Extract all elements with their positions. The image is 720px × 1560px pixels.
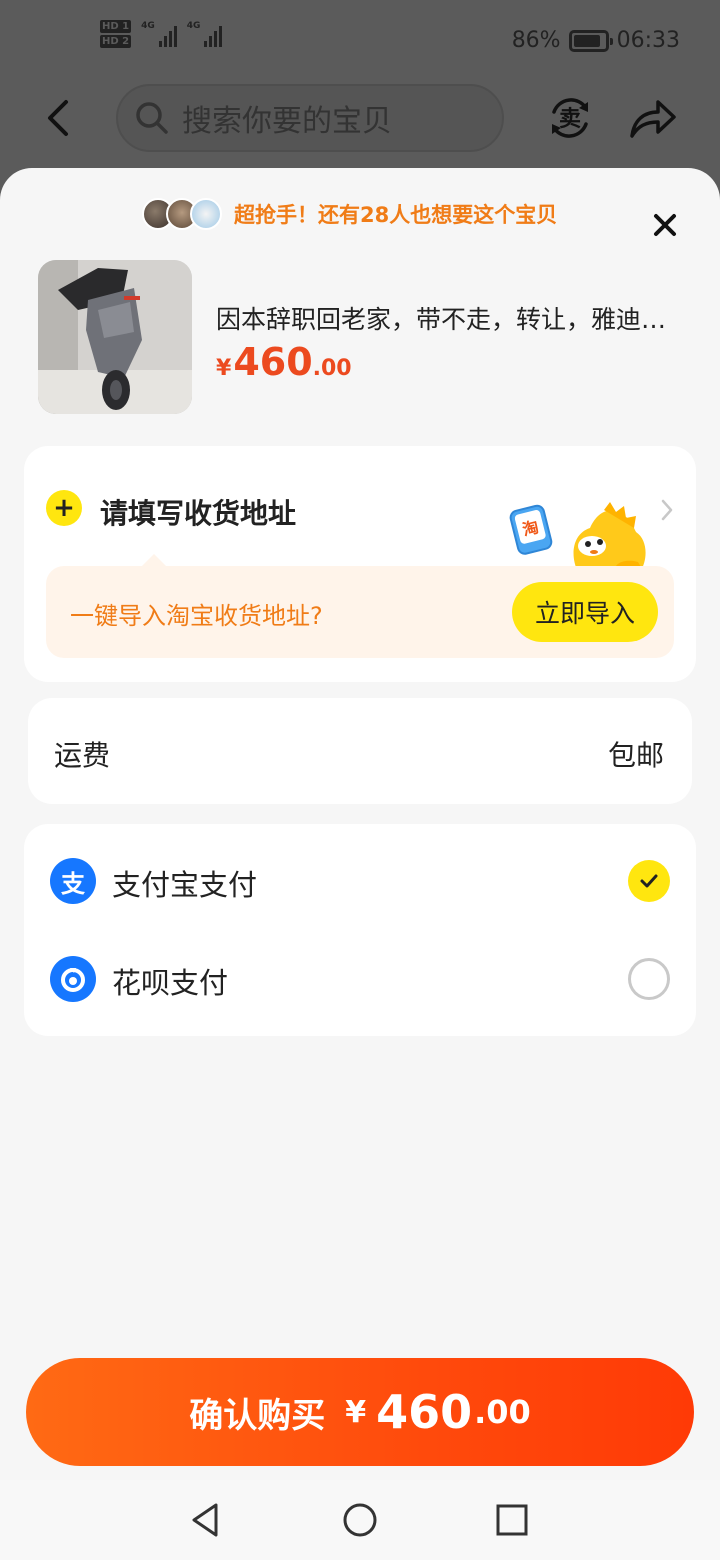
shipping-value: 包邮 bbox=[607, 739, 664, 772]
top-bar: 搜索你要的宝贝 卖 bbox=[0, 80, 720, 160]
sell-icon: 卖 bbox=[552, 98, 588, 138]
social-proof-text: 超抢手！还有28人也想要这个宝贝 bbox=[234, 203, 558, 227]
status-bar: HD 1 HD 2 4G 4G 86% 06:33 bbox=[0, 0, 720, 80]
signal-icon: 4G bbox=[187, 21, 223, 47]
purchase-sheet: 超抢手！还有28人也想要这个宝贝 因本辞职回老家，带不走，转让，雅迪电动车 ¥ … bbox=[0, 168, 720, 1480]
share-icon bbox=[630, 100, 676, 138]
chevron-right-icon bbox=[661, 499, 673, 521]
address-title: 请填写收货地址 bbox=[100, 497, 297, 530]
payment-option-label: 花呗支付 bbox=[112, 966, 229, 1000]
payment-option-alipay[interactable]: 支 支付宝支付 bbox=[24, 836, 696, 926]
avatar bbox=[190, 198, 222, 230]
huabei-icon bbox=[50, 956, 96, 1002]
shipping-label: 运费 bbox=[54, 739, 111, 772]
confirm-purchase-button[interactable]: 确认购买 ¥ 460 .00 bbox=[26, 1358, 694, 1466]
check-icon bbox=[640, 874, 658, 888]
import-address-banner: 一键导入淘宝收货地址? 立即导入 bbox=[46, 554, 674, 658]
search-input[interactable]: 搜索你要的宝贝 bbox=[116, 84, 504, 152]
battery-icon bbox=[568, 29, 613, 52]
signal-icon: 4G bbox=[141, 21, 177, 47]
radio-unselected[interactable] bbox=[628, 958, 670, 1000]
hd-badge-1: HD 1 bbox=[100, 20, 132, 33]
clock: 06:33 bbox=[616, 28, 680, 53]
nav-recents-icon[interactable] bbox=[492, 1500, 532, 1540]
search-placeholder: 搜索你要的宝贝 bbox=[182, 104, 392, 139]
back-arrow-icon bbox=[48, 100, 68, 136]
sell-button[interactable]: 卖 bbox=[546, 94, 594, 142]
system-nav-bar bbox=[0, 1480, 720, 1560]
social-proof: 超抢手！还有28人也想要这个宝贝 bbox=[142, 198, 557, 230]
hd-badge-2: HD 2 bbox=[100, 35, 132, 48]
battery-percent: 86% bbox=[511, 28, 561, 53]
add-icon: + bbox=[46, 490, 82, 526]
product-price: ¥ 460 .00 bbox=[216, 340, 352, 384]
payment-option-label: 支付宝支付 bbox=[112, 868, 258, 902]
scooter-image bbox=[38, 260, 192, 414]
share-button[interactable] bbox=[626, 94, 678, 142]
close-icon bbox=[654, 214, 676, 236]
nav-home-icon[interactable] bbox=[340, 1500, 380, 1540]
address-card[interactable]: + 请填写收货地址 淘 一键导入淘宝收货地址? 立即导入 bbox=[24, 446, 696, 682]
radio-selected[interactable] bbox=[628, 860, 670, 902]
payment-option-huabei[interactable]: 花呗支付 bbox=[24, 934, 696, 1024]
network-indicators: HD 1 HD 2 4G 4G bbox=[100, 20, 223, 48]
nav-back-icon[interactable] bbox=[186, 1500, 226, 1540]
import-prompt: 一键导入淘宝收货地址? bbox=[70, 602, 323, 630]
mascot-icon: 淘 bbox=[509, 502, 646, 572]
shipping-card: 运费 包邮 bbox=[28, 698, 692, 804]
svg-text:卖: 卖 bbox=[559, 106, 581, 132]
import-now-button[interactable]: 立即导入 bbox=[512, 582, 658, 642]
alipay-icon: 支 bbox=[50, 858, 96, 904]
close-button[interactable] bbox=[648, 208, 682, 242]
back-button[interactable] bbox=[40, 96, 80, 140]
search-icon bbox=[136, 102, 168, 134]
product-title: 因本辞职回老家，带不走，转让，雅迪电动车 bbox=[216, 305, 678, 334]
payment-card: 支 支付宝支付 花呗支付 bbox=[24, 824, 696, 1036]
product-thumbnail[interactable] bbox=[38, 260, 192, 414]
